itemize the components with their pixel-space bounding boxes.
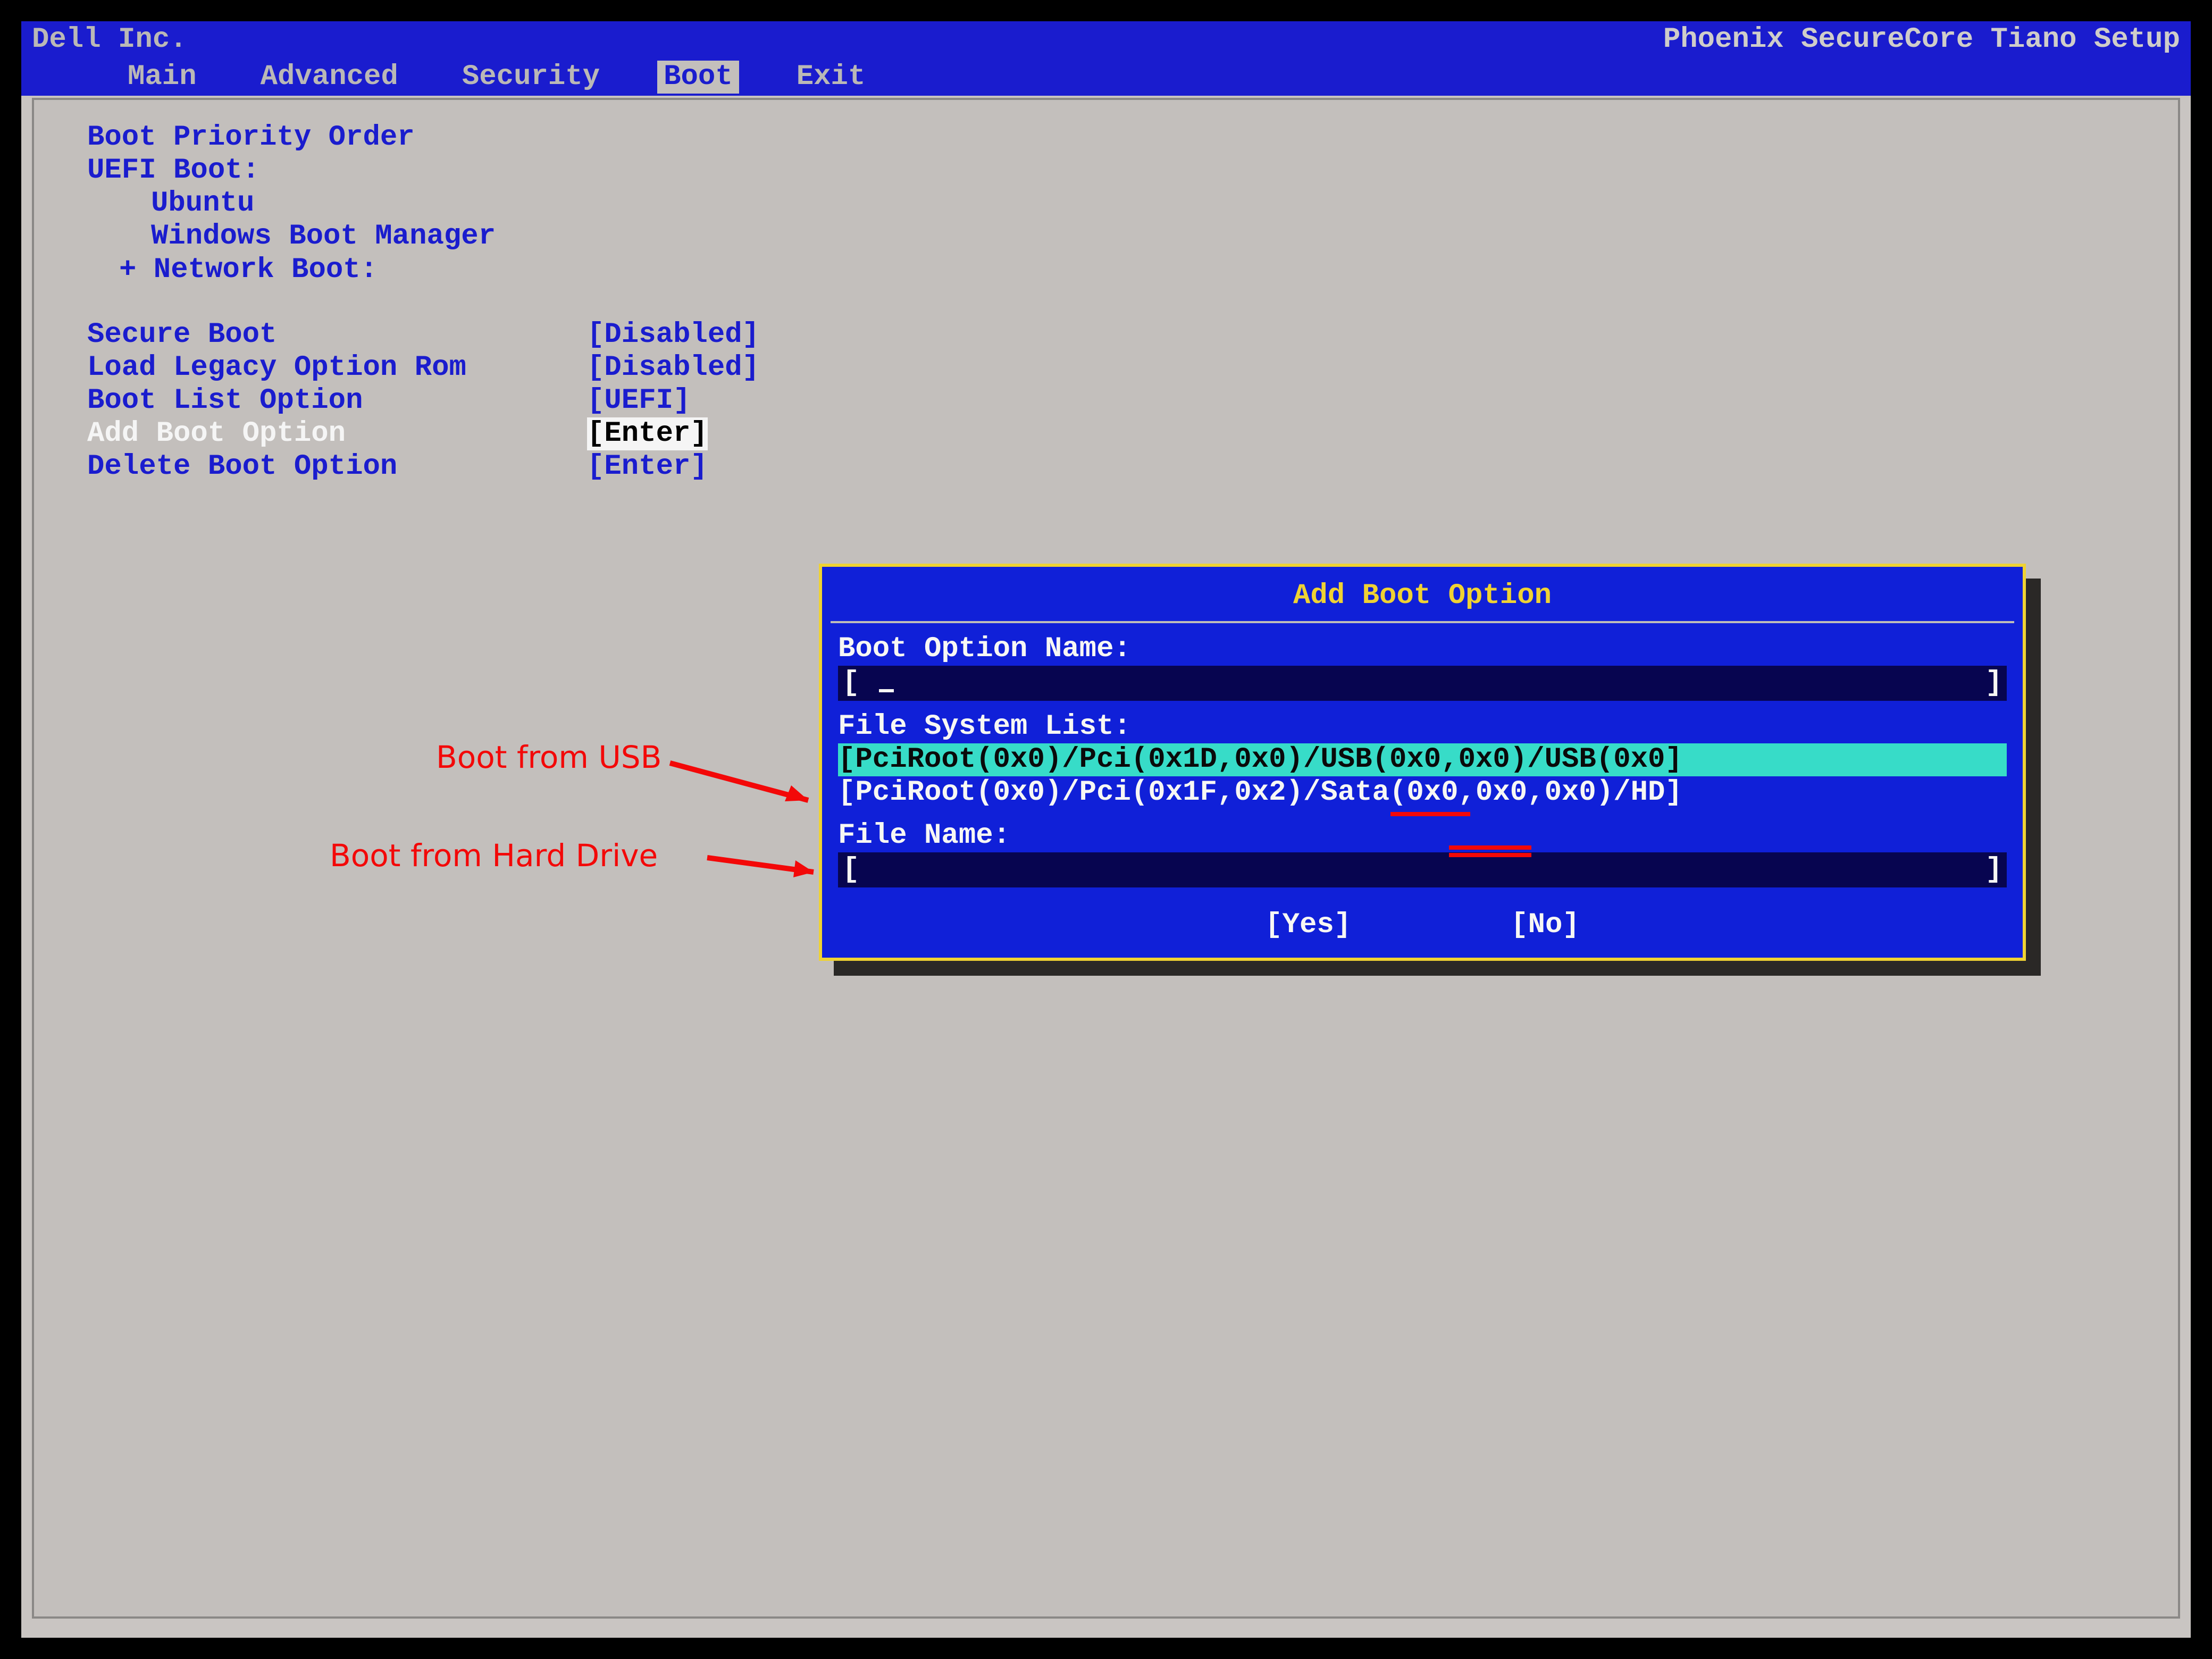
option-label: Delete Boot Option: [87, 450, 587, 483]
option-label: Secure Boot: [87, 319, 587, 351]
option-boot-list[interactable]: Boot List Option [UEFI]: [87, 384, 2125, 417]
option-value: [Enter]: [587, 417, 708, 450]
annotation-boot-from-hdd: Boot from Hard Drive: [330, 837, 658, 874]
option-value: [UEFI]: [587, 384, 690, 417]
vendor-label: Dell Inc.: [32, 23, 187, 56]
no-button[interactable]: [No]: [1511, 909, 1580, 942]
bios-title-bar: Dell Inc. Phoenix SecureCore Tiano Setup: [21, 21, 2191, 58]
arrow-icon: [702, 843, 830, 891]
boot-option-name-label: Boot Option Name:: [838, 633, 2007, 666]
tab-main[interactable]: Main: [128, 61, 197, 94]
tab-advanced[interactable]: Advanced: [261, 61, 398, 94]
menu-bar: Main Advanced Security Boot Exit: [21, 58, 2191, 96]
text-cursor: [879, 689, 894, 692]
file-name-label: File Name:: [838, 819, 2007, 852]
setup-title: Phoenix SecureCore Tiano Setup: [1663, 23, 2180, 56]
boot-item[interactable]: Windows Boot Manager: [151, 220, 2125, 253]
tab-boot[interactable]: Boot: [657, 61, 739, 94]
option-add-boot-option[interactable]: Add Boot Option [Enter]: [87, 417, 2125, 450]
add-boot-option-dialog: Add Boot Option Boot Option Name: File S…: [819, 564, 2026, 961]
dialog-title: Add Boot Option: [838, 574, 2007, 618]
network-boot-heading[interactable]: + Network Boot:: [87, 254, 2125, 287]
annotation-boot-from-usb: Boot from USB: [436, 739, 661, 775]
option-label: Add Boot Option: [87, 417, 587, 450]
filesystem-list-label: File System List:: [838, 710, 2007, 743]
underline-usb: [1390, 812, 1470, 816]
option-secure-boot[interactable]: Secure Boot [Disabled]: [87, 319, 2125, 351]
underline-sata-2: [1449, 853, 1531, 857]
yes-button[interactable]: [Yes]: [1265, 909, 1351, 942]
dialog-buttons: [Yes] [No]: [838, 887, 2007, 947]
option-value: [Enter]: [587, 450, 708, 483]
fs-item-usb[interactable]: [PciRoot(0x0)/Pci(0x1D,0x0)/USB(0x0,0x0)…: [838, 743, 2007, 776]
option-load-legacy-rom[interactable]: Load Legacy Option Rom [Disabled]: [87, 351, 2125, 384]
underline-sata: [1449, 845, 1531, 850]
option-value: [Disabled]: [587, 319, 759, 351]
arrow-icon: [665, 744, 824, 814]
boot-option-name-input[interactable]: [838, 666, 2007, 701]
file-name-input[interactable]: [838, 852, 2007, 887]
divider: [831, 621, 2014, 623]
tab-security[interactable]: Security: [462, 61, 600, 94]
uefi-boot-heading: UEFI Boot:: [87, 154, 2125, 187]
fs-item-sata[interactable]: [PciRoot(0x0)/Pci(0x1F,0x2)/Sata(0x0,0x0…: [838, 776, 2007, 809]
option-delete-boot-option[interactable]: Delete Boot Option [Enter]: [87, 450, 2125, 483]
option-value: [Disabled]: [587, 351, 759, 384]
option-label: Load Legacy Option Rom: [87, 351, 587, 384]
option-label: Boot List Option: [87, 384, 587, 417]
boot-priority-heading: Boot Priority Order: [87, 121, 2125, 154]
tab-exit[interactable]: Exit: [797, 61, 866, 94]
boot-item[interactable]: Ubuntu: [151, 187, 2125, 220]
